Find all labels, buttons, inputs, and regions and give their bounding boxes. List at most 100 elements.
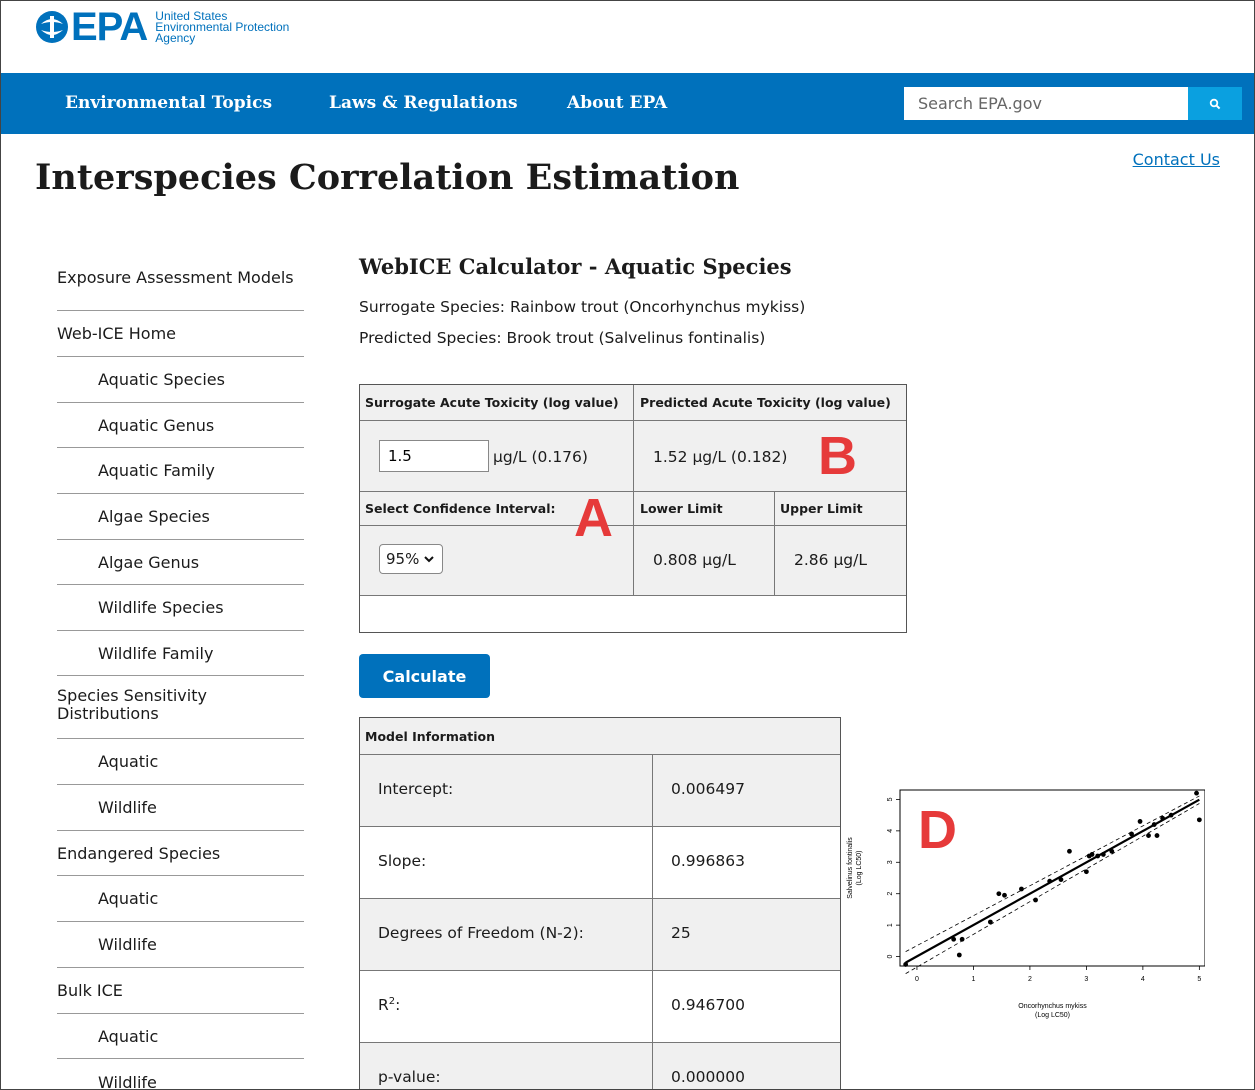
y-axis-label: Salvelinus fontinalis — [847, 837, 854, 899]
table-row: Degrees of Freedom (N-2): 25 — [360, 898, 840, 971]
y-tick-label: 3 — [887, 860, 894, 864]
surrogate-toxicity-input[interactable] — [379, 440, 489, 472]
y-tick-label: 0 — [887, 955, 894, 959]
contact-us-link[interactable]: Contact Us — [1133, 150, 1220, 169]
sidebar-item-species-sensitivity-distributions[interactable]: Species Sensitivity Distributions — [57, 676, 304, 739]
regression-scatter-plot: 0 1 2 3 4 5 0 1 2 3 4 5 Oncorhynchus mykiss (Log LC50… — [847, 789, 1205, 1019]
epa-logo-word: EPA — [71, 5, 148, 49]
data-point — [1151, 822, 1157, 827]
sidebar-item-algae-species[interactable]: Algae Species — [57, 494, 304, 540]
upper-limit-header: Upper Limit — [780, 501, 863, 516]
data-point — [996, 891, 1002, 897]
data-point — [1058, 877, 1064, 882]
nav-laws-regulations[interactable]: Laws & Regulations — [329, 93, 518, 113]
lower-confidence-band — [905, 803, 1200, 974]
epa-flower-icon — [36, 11, 68, 43]
agency-line: Agency — [155, 30, 196, 45]
data-point — [903, 962, 909, 967]
r-squared-colon: : — [395, 996, 401, 1015]
sidebar-item-wildlife-species[interactable]: Wildlife Species — [57, 585, 304, 631]
column-divider — [652, 1043, 653, 1089]
degrees-of-freedom-value: 25 — [671, 924, 691, 942]
column-divider — [652, 899, 653, 971]
lower-limit-value: 0.808 µg/L — [653, 551, 736, 569]
ci-label: Select Confidence Interval: — [365, 501, 556, 516]
calculate-button[interactable]: Calculate — [359, 654, 490, 698]
y-tick-label: 2 — [887, 892, 894, 896]
nav-about-epa[interactable]: About EPA — [567, 93, 667, 113]
slope-label: Slope: — [378, 852, 427, 870]
upper-confidence-band — [905, 795, 1200, 952]
search-button[interactable] — [1188, 87, 1242, 120]
sidebar-item-exposure-assessment-models[interactable]: Exposure Assessment Models — [57, 249, 304, 311]
page-title: Interspecies Correlation Estimation — [35, 157, 740, 198]
toxicity-calculator-table: Surrogate Acute Toxicity (log value) Pre… — [359, 384, 907, 633]
intercept-label: Intercept: — [378, 780, 454, 798]
data-point — [1129, 831, 1134, 837]
table-row: Intercept: 0.006497 — [360, 754, 840, 827]
slope-value: 0.996863 — [671, 852, 745, 870]
data-point — [956, 952, 962, 958]
y-tick-label: 4 — [887, 829, 894, 833]
search-icon — [1209, 98, 1221, 109]
y-tick-label: 1 — [887, 923, 894, 927]
sidebar-item-algae-genus[interactable]: Algae Genus — [57, 540, 304, 585]
page-frame: EPA United States Environmental Protecti… — [0, 0, 1255, 1090]
data-point — [1100, 852, 1106, 857]
surrogate-unit: µg/L (0.176) — [493, 448, 588, 466]
column-divider — [652, 827, 653, 899]
epa-logo[interactable]: EPA United States Environmental Protecti… — [35, 6, 289, 48]
y-axis-label-units: (Log LC50) — [856, 850, 863, 885]
data-point — [1002, 892, 1007, 898]
sidebar-item-wildlife-family[interactable]: Wildlife Family — [57, 631, 304, 676]
predicted-toxicity-header: Predicted Acute Toxicity (log value) — [640, 395, 891, 410]
chevron-down-icon — [424, 556, 435, 563]
sidebar-item-ssd-aquatic[interactable]: Aquatic — [57, 739, 304, 785]
r-squared-label: R2: — [378, 996, 400, 1014]
data-point — [1019, 886, 1024, 892]
intercept-value: 0.006497 — [671, 780, 745, 798]
data-point — [959, 936, 965, 942]
sidebar-item-bulk-ice[interactable]: Bulk ICE — [57, 968, 304, 1014]
sidebar-item-es-wildlife[interactable]: Wildlife — [57, 922, 304, 968]
column-divider — [652, 971, 653, 1043]
sidebar-item-aquatic-family[interactable]: Aquatic Family — [57, 448, 304, 494]
data-point — [1095, 853, 1101, 859]
annotation-marker-b: B — [818, 426, 857, 486]
table-row: Slope: 0.996863 — [360, 826, 840, 899]
data-point — [1067, 848, 1072, 854]
data-point — [1146, 833, 1151, 838]
sidebar-item-aquatic-genus[interactable]: Aquatic Genus — [57, 403, 304, 448]
x-tick-label: 1 — [971, 976, 975, 983]
sidebar-item-bulk-wildlife[interactable]: Wildlife — [57, 1059, 304, 1090]
sidebar-item-endangered-species[interactable]: Endangered Species — [57, 831, 304, 876]
model-info-header: Model Information — [360, 718, 840, 754]
confidence-interval-select[interactable]: 95% — [379, 544, 443, 574]
search-input[interactable] — [904, 87, 1188, 120]
column-divider — [652, 755, 653, 827]
data-point — [1194, 790, 1199, 796]
sidebar-item-bulk-aquatic[interactable]: Aquatic — [57, 1014, 304, 1059]
data-point — [1089, 852, 1095, 857]
calculator-title: WebICE Calculator - Aquatic Species — [359, 254, 792, 279]
table-row: p-value: 0.000000 — [360, 1042, 840, 1089]
ci-selected-value: 95% — [386, 550, 420, 568]
lower-limit-header: Lower Limit — [640, 501, 723, 516]
p-value-value: 0.000000 — [671, 1068, 745, 1086]
data-point — [1047, 878, 1053, 884]
column-divider — [774, 492, 775, 596]
predicted-species-text: Predicted Species: Brook trout (Salvelin… — [359, 329, 766, 347]
x-axis-label: Oncorhynchus mykiss — [1018, 1003, 1087, 1010]
data-point — [987, 919, 993, 925]
sidebar-item-aquatic-species[interactable]: Aquatic Species — [57, 357, 304, 403]
sidebar-item-ssd-wildlife[interactable]: Wildlife — [57, 785, 304, 831]
surrogate-toxicity-header: Surrogate Acute Toxicity (log value) — [365, 395, 619, 410]
sidebar-item-es-aquatic[interactable]: Aquatic — [57, 876, 304, 922]
data-point — [1109, 848, 1115, 854]
sidebar-item-web-ice-home[interactable]: Web-ICE Home — [57, 311, 304, 357]
upper-limit-value: 2.86 µg/L — [794, 551, 867, 569]
data-point — [951, 936, 957, 942]
nav-environmental-topics[interactable]: Environmental Topics — [65, 93, 272, 113]
data-point — [1137, 819, 1143, 824]
sidebar-nav: Exposure Assessment Models Web-ICE Home … — [57, 249, 304, 1090]
